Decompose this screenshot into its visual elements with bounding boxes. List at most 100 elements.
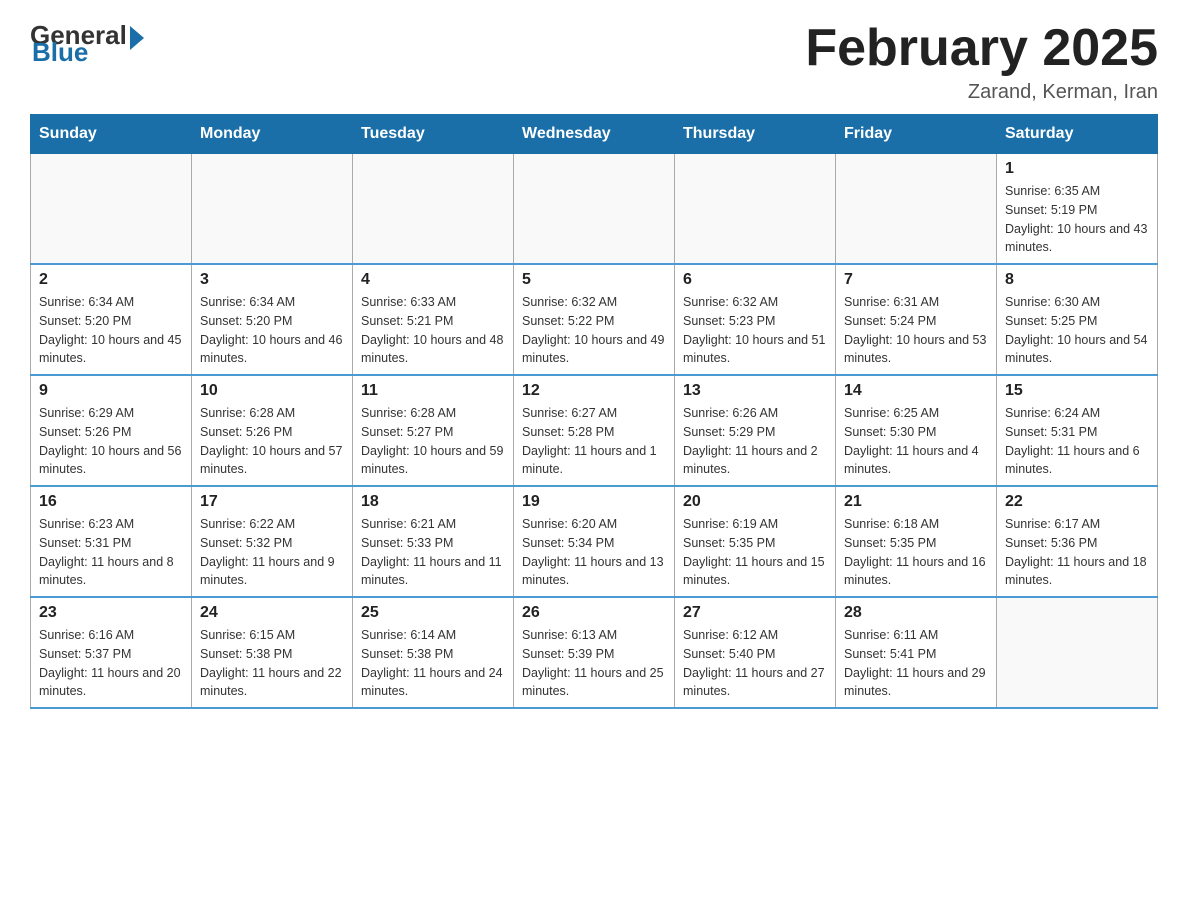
calendar-week-row: 23 Sunrise: 6:16 AMSunset: 5:37 PMDayligh… bbox=[31, 597, 1158, 708]
day-number: 7 bbox=[844, 271, 988, 289]
day-info: Sunrise: 6:24 AMSunset: 5:31 PMDaylight:… bbox=[1005, 404, 1149, 479]
table-row: 19 Sunrise: 6:20 AMSunset: 5:34 PMDayligh… bbox=[514, 486, 675, 597]
day-number: 27 bbox=[683, 604, 827, 622]
day-info: Sunrise: 6:31 AMSunset: 5:24 PMDaylight:… bbox=[844, 293, 988, 368]
location-text: Zarand, Kerman, Iran bbox=[805, 81, 1158, 104]
col-sunday: Sunday bbox=[31, 115, 192, 154]
day-number: 15 bbox=[1005, 382, 1149, 400]
table-row: 22 Sunrise: 6:17 AMSunset: 5:36 PMDayligh… bbox=[997, 486, 1158, 597]
col-friday: Friday bbox=[836, 115, 997, 154]
day-number: 23 bbox=[39, 604, 183, 622]
table-row: 8Sunrise: 6:30 AMSunset: 5:25 PMDaylight… bbox=[997, 264, 1158, 375]
table-row: 16 Sunrise: 6:23 AMSunset: 5:31 PMDayligh… bbox=[31, 486, 192, 597]
table-row bbox=[997, 597, 1158, 708]
day-info: Sunrise: 6:18 AMSunset: 5:35 PMDaylight:… bbox=[844, 515, 988, 590]
table-row: 3Sunrise: 6:34 AMSunset: 5:20 PMDaylight… bbox=[192, 264, 353, 375]
table-row bbox=[353, 154, 514, 265]
day-number: 17 bbox=[200, 493, 344, 511]
table-row: 27 Sunrise: 6:12 AMSunset: 5:40 PMDayligh… bbox=[675, 597, 836, 708]
table-row: 11 Sunrise: 6:28 AMSunset: 5:27 PMDayligh… bbox=[353, 375, 514, 486]
day-info: Sunrise: 6:13 AMSunset: 5:39 PMDaylight:… bbox=[522, 626, 666, 701]
day-number: 25 bbox=[361, 604, 505, 622]
day-number: 26 bbox=[522, 604, 666, 622]
logo: General Blue bbox=[30, 20, 144, 68]
table-row: 17 Sunrise: 6:22 AMSunset: 5:32 PMDayligh… bbox=[192, 486, 353, 597]
month-title: February 2025 bbox=[805, 20, 1158, 77]
day-number: 4 bbox=[361, 271, 505, 289]
col-thursday: Thursday bbox=[675, 115, 836, 154]
table-row bbox=[514, 154, 675, 265]
day-info: Sunrise: 6:21 AMSunset: 5:33 PMDaylight:… bbox=[361, 515, 505, 590]
table-row: 10Sunrise: 6:28 AMSunset: 5:26 PMDayligh… bbox=[192, 375, 353, 486]
col-monday: Monday bbox=[192, 115, 353, 154]
day-number: 19 bbox=[522, 493, 666, 511]
day-number: 28 bbox=[844, 604, 988, 622]
day-info: Sunrise: 6:34 AMSunset: 5:20 PMDaylight:… bbox=[39, 293, 183, 368]
day-number: 21 bbox=[844, 493, 988, 511]
day-info: Sunrise: 6:16 AMSunset: 5:37 PMDaylight:… bbox=[39, 626, 183, 701]
day-info: Sunrise: 6:11 AMSunset: 5:41 PMDaylight:… bbox=[844, 626, 988, 701]
col-saturday: Saturday bbox=[997, 115, 1158, 154]
calendar-week-row: 2 Sunrise: 6:34 AMSunset: 5:20 PMDaylight… bbox=[31, 264, 1158, 375]
table-row: 12 Sunrise: 6:27 AMSunset: 5:28 PMDayligh… bbox=[514, 375, 675, 486]
calendar-header-row: Sunday Monday Tuesday Wednesday Thursday… bbox=[31, 115, 1158, 154]
col-tuesday: Tuesday bbox=[353, 115, 514, 154]
day-info: Sunrise: 6:14 AMSunset: 5:38 PMDaylight:… bbox=[361, 626, 505, 701]
day-info: Sunrise: 6:33 AMSunset: 5:21 PMDaylight:… bbox=[361, 293, 505, 368]
day-number: 8 bbox=[1005, 271, 1149, 289]
day-number: 22 bbox=[1005, 493, 1149, 511]
day-number: 11 bbox=[361, 382, 505, 400]
day-info: Sunrise: 6:27 AMSunset: 5:28 PMDaylight:… bbox=[522, 404, 666, 479]
day-info: Sunrise: 6:12 AMSunset: 5:40 PMDaylight:… bbox=[683, 626, 827, 701]
col-wednesday: Wednesday bbox=[514, 115, 675, 154]
table-row: 5 Sunrise: 6:32 AMSunset: 5:22 PMDaylight… bbox=[514, 264, 675, 375]
page-header: General Blue February 2025 Zarand, Kerma… bbox=[30, 20, 1158, 104]
day-number: 5 bbox=[522, 271, 666, 289]
title-area: February 2025 Zarand, Kerman, Iran bbox=[805, 20, 1158, 104]
calendar-table: Sunday Monday Tuesday Wednesday Thursday… bbox=[30, 114, 1158, 709]
day-info: Sunrise: 6:26 AMSunset: 5:29 PMDaylight:… bbox=[683, 404, 827, 479]
day-number: 9 bbox=[39, 382, 183, 400]
day-info: Sunrise: 6:23 AMSunset: 5:31 PMDaylight:… bbox=[39, 515, 183, 590]
logo-arrow-icon bbox=[130, 26, 144, 50]
day-info: Sunrise: 6:20 AMSunset: 5:34 PMDaylight:… bbox=[522, 515, 666, 590]
table-row: 23 Sunrise: 6:16 AMSunset: 5:37 PMDayligh… bbox=[31, 597, 192, 708]
day-number: 16 bbox=[39, 493, 183, 511]
day-info: Sunrise: 6:17 AMSunset: 5:36 PMDaylight:… bbox=[1005, 515, 1149, 590]
day-number: 12 bbox=[522, 382, 666, 400]
logo-blue-text: Blue bbox=[32, 37, 88, 68]
day-info: Sunrise: 6:28 AMSunset: 5:27 PMDaylight:… bbox=[361, 404, 505, 479]
table-row: 1 Sunrise: 6:35 AMSunset: 5:19 PMDaylight… bbox=[997, 154, 1158, 265]
table-row: 7 Sunrise: 6:31 AMSunset: 5:24 PMDaylight… bbox=[836, 264, 997, 375]
calendar-week-row: 1 Sunrise: 6:35 AMSunset: 5:19 PMDaylight… bbox=[31, 154, 1158, 265]
day-info: Sunrise: 6:35 AMSunset: 5:19 PMDaylight:… bbox=[1005, 182, 1149, 257]
table-row: 26 Sunrise: 6:13 AMSunset: 5:39 PMDayligh… bbox=[514, 597, 675, 708]
day-info: Sunrise: 6:25 AMSunset: 5:30 PMDaylight:… bbox=[844, 404, 988, 479]
table-row bbox=[675, 154, 836, 265]
table-row bbox=[836, 154, 997, 265]
table-row: 21 Sunrise: 6:18 AMSunset: 5:35 PMDayligh… bbox=[836, 486, 997, 597]
table-row: 20 Sunrise: 6:19 AMSunset: 5:35 PMDayligh… bbox=[675, 486, 836, 597]
day-info: Sunrise: 6:19 AMSunset: 5:35 PMDaylight:… bbox=[683, 515, 827, 590]
day-info: Sunrise: 6:32 AMSunset: 5:22 PMDaylight:… bbox=[522, 293, 666, 368]
day-number: 2 bbox=[39, 271, 183, 289]
table-row: 13 Sunrise: 6:26 AMSunset: 5:29 PMDayligh… bbox=[675, 375, 836, 486]
day-number: 1 bbox=[1005, 160, 1149, 178]
table-row: 24Sunrise: 6:15 AMSunset: 5:38 PMDayligh… bbox=[192, 597, 353, 708]
day-number: 13 bbox=[683, 382, 827, 400]
table-row: 4 Sunrise: 6:33 AMSunset: 5:21 PMDaylight… bbox=[353, 264, 514, 375]
day-number: 24 bbox=[200, 604, 344, 622]
day-info: Sunrise: 6:34 AMSunset: 5:20 PMDaylight:… bbox=[200, 293, 344, 368]
day-info: Sunrise: 6:22 AMSunset: 5:32 PMDaylight:… bbox=[200, 515, 344, 590]
day-number: 10 bbox=[200, 382, 344, 400]
day-number: 14 bbox=[844, 382, 988, 400]
day-info: Sunrise: 6:32 AMSunset: 5:23 PMDaylight:… bbox=[683, 293, 827, 368]
table-row bbox=[31, 154, 192, 265]
calendar-week-row: 16 Sunrise: 6:23 AMSunset: 5:31 PMDayligh… bbox=[31, 486, 1158, 597]
table-row bbox=[192, 154, 353, 265]
day-number: 20 bbox=[683, 493, 827, 511]
calendar-week-row: 9Sunrise: 6:29 AMSunset: 5:26 PMDaylight… bbox=[31, 375, 1158, 486]
table-row: 2 Sunrise: 6:34 AMSunset: 5:20 PMDaylight… bbox=[31, 264, 192, 375]
day-number: 18 bbox=[361, 493, 505, 511]
day-number: 6 bbox=[683, 271, 827, 289]
